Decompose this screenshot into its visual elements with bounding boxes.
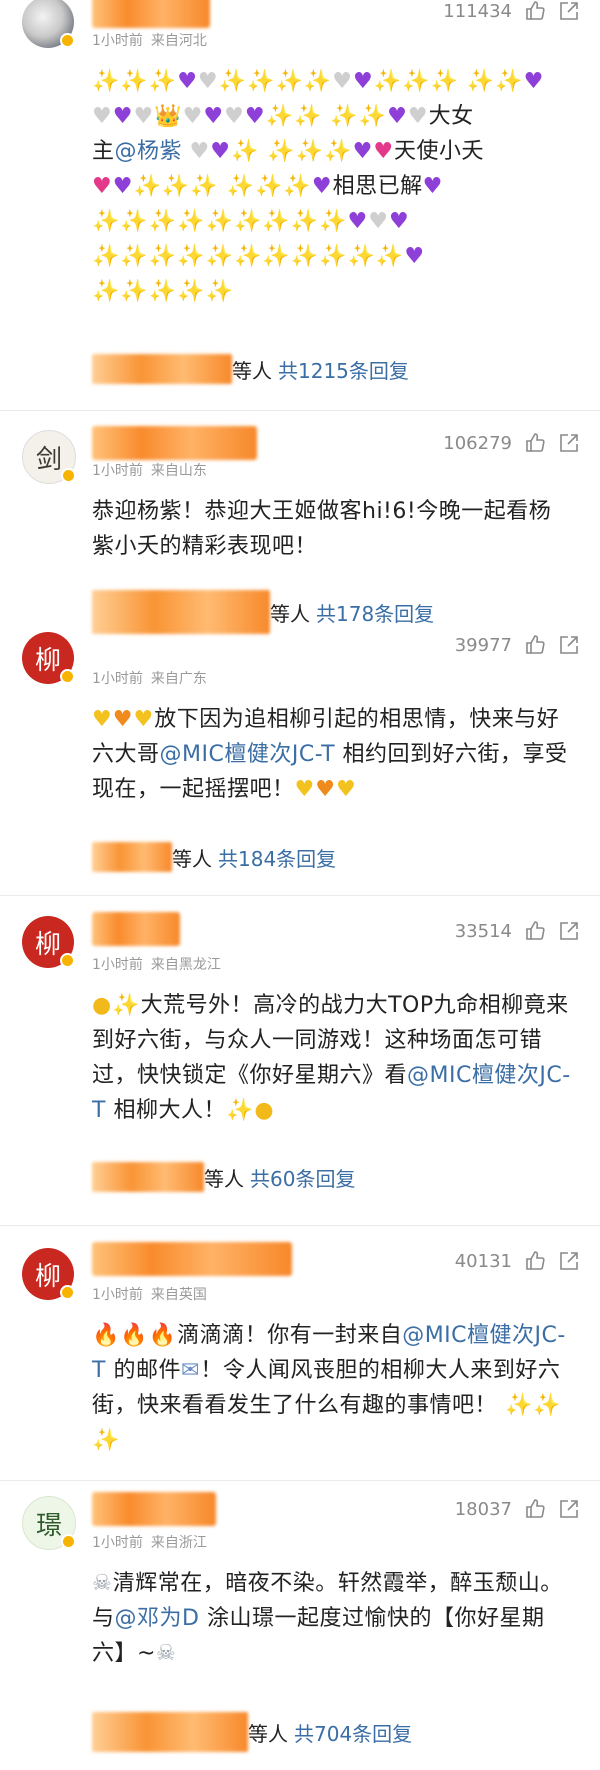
- comment-meta: 1小时前 来自广东: [92, 671, 207, 687]
- reply-count-link[interactable]: 共60条回复: [250, 1163, 355, 1192]
- comment-text: ●✨大荒号外！高冷的战力大TOP九命相柳竟来到好六街，与众人一同游戏！这种场面怎…: [92, 993, 571, 1123]
- username[interactable]: [92, 426, 257, 460]
- verified-badge-icon: [61, 468, 76, 483]
- username[interactable]: [92, 1492, 216, 1526]
- like-count: 33514: [454, 920, 512, 942]
- emoji-decoration: ✨✨✨✨✨✨✨✨✨♥♥♥: [92, 209, 410, 234]
- reply-count-link[interactable]: 共704条回复: [294, 1718, 412, 1747]
- comment-meta: 1小时前 来自黑龙江: [92, 957, 221, 973]
- avatar[interactable]: 柳: [22, 632, 75, 684]
- comment-item: 璟 1小时前 来自浙江 18037 ☠清辉常在，暗夜不染。轩然霞举，醉玉颓山。与@…: [0, 1486, 600, 1770]
- reply-avatars: [92, 354, 232, 384]
- comment-item: 柳 1小时前 来自广东 39977 ♥♥♥放下因为追相柳引起的相思情，快来与好六大…: [0, 632, 600, 892]
- reply-avatars: [92, 590, 270, 634]
- verified-badge-icon: [60, 1285, 75, 1300]
- share-icon[interactable]: [558, 0, 580, 22]
- comment-actions: 18037: [455, 1498, 580, 1520]
- share-icon[interactable]: [558, 432, 580, 454]
- emoji-decoration: ✨✨✨✨✨: [92, 279, 234, 304]
- like-count: 18037: [454, 1498, 512, 1520]
- avatar[interactable]: 柳: [22, 916, 75, 968]
- divider: [0, 1225, 600, 1226]
- thumbs-up-icon[interactable]: [524, 1498, 546, 1520]
- comment-text: 🔥🔥🔥滴滴滴！你有一封来自@MIC檀健次JC-T 的邮件✉！令人闻风丧胆的相柳大…: [92, 1323, 566, 1453]
- comment-actions: 40131: [455, 1250, 580, 1272]
- like-count: 111434: [443, 0, 512, 22]
- mention-link[interactable]: @邓为D: [115, 1606, 200, 1631]
- avatar[interactable]: 柳: [22, 1248, 75, 1300]
- comment-item: 剑 1小时前 来自山东 106279 恭迎杨紫！恭迎大王姬做客hi!6!今晚一起看…: [0, 418, 600, 634]
- thumbs-up-icon[interactable]: [524, 1250, 546, 1272]
- divider: [0, 1480, 600, 1481]
- thumbs-up-icon[interactable]: [524, 0, 546, 22]
- reply-summary[interactable]: 等人 共184条回复: [92, 842, 336, 872]
- comment-item: 1小时前 来自河北 111434 ✨✨✨♥♥✨✨✨✨♥♥✨✨✨ ✨✨♥ ♥♥♥👑♥…: [0, 0, 600, 405]
- comment-item: 柳 1小时前 来自英国 40131 🔥🔥🔥滴滴滴！你有一封来自@MIC檀健次JC-…: [0, 1232, 600, 1472]
- reply-count-link[interactable]: 共184条回复: [218, 843, 336, 872]
- verified-badge-icon: [60, 669, 75, 684]
- thumbs-up-icon[interactable]: [524, 920, 546, 942]
- reply-count-link[interactable]: 共178条回复: [316, 598, 434, 627]
- ghost-icon: ☠: [92, 1571, 113, 1596]
- comment-text: ☠清辉常在，暗夜不染。轩然霞举，醉玉颓山。与@邓为D 涂山璟一起度过愉快的【你好…: [92, 1571, 563, 1666]
- comment-text: ✨✨✨♥♥✨✨✨✨♥♥✨✨✨ ✨✨♥ ♥♥♥👑♥♥♥♥✨✨ ✨✨♥♥大女 主@杨…: [92, 64, 570, 309]
- comment-actions: 111434: [443, 0, 580, 22]
- reply-summary[interactable]: 等人 共178条回复: [92, 590, 434, 634]
- comment-text: 恭迎杨紫！恭迎大王姬做客hi!6!今晚一起看杨紫小夭的精彩表现吧！: [92, 499, 552, 559]
- comment-text: ♥♥♥放下因为追相柳引起的相思情，快来与好六大哥@MIC檀健次JC-T 相约回到…: [92, 707, 568, 802]
- envelope-icon: ✉: [180, 1358, 201, 1383]
- comment-meta: 1小时前 来自英国: [92, 1287, 207, 1303]
- reply-avatars: [92, 842, 172, 872]
- avatar[interactable]: [22, 0, 75, 48]
- avatar[interactable]: 剑: [22, 430, 76, 484]
- mention-link[interactable]: @杨紫: [115, 139, 183, 164]
- reply-summary[interactable]: 等人 共60条回复: [92, 1162, 355, 1192]
- verified-badge-icon: [60, 953, 75, 968]
- comment-item: 柳 1小时前 来自黑龙江 33514 ●✨大荒号外！高冷的战力大TOP九命相柳竟来…: [0, 900, 600, 1220]
- comment-meta: 1小时前 来自山东: [92, 463, 207, 479]
- divider: [0, 895, 600, 896]
- comment-actions: 39977: [455, 634, 580, 656]
- avatar[interactable]: 璟: [22, 1496, 76, 1550]
- reply-summary[interactable]: 等人 共1215条回复: [92, 354, 409, 384]
- share-icon[interactable]: [558, 920, 580, 942]
- reply-avatars: [92, 1712, 248, 1752]
- comment-meta: 1小时前 来自浙江: [92, 1535, 207, 1551]
- verified-badge-icon: [61, 1534, 76, 1549]
- username[interactable]: [92, 1242, 292, 1276]
- like-count: 106279: [443, 432, 512, 454]
- reply-summary[interactable]: 等人 共704条回复: [92, 1712, 412, 1752]
- thumbs-up-icon[interactable]: [524, 432, 546, 454]
- share-icon[interactable]: [558, 1498, 580, 1520]
- share-icon[interactable]: [558, 634, 580, 656]
- emoji-decoration: ✨✨✨✨✨✨✨✨✨✨✨♥: [92, 244, 426, 269]
- reply-avatars: [92, 1162, 204, 1192]
- comment-actions: 33514: [455, 920, 580, 942]
- verified-badge-icon: [60, 33, 75, 48]
- like-count: 40131: [454, 1250, 512, 1272]
- ghost-icon: ☠: [155, 1641, 177, 1666]
- comment-meta: 1小时前 来自河北: [92, 33, 207, 49]
- thumbs-up-icon[interactable]: [524, 634, 546, 656]
- emoji-decoration: ✨✨✨♥♥✨✨✨✨♥♥✨✨✨ ✨✨♥: [92, 69, 545, 94]
- reply-count-link[interactable]: 共1215条回复: [278, 355, 409, 384]
- mention-link[interactable]: @MIC檀健次JC-T: [160, 742, 336, 767]
- like-count: 39977: [454, 634, 512, 656]
- username[interactable]: [92, 0, 210, 28]
- comment-actions: 106279: [443, 432, 580, 454]
- username[interactable]: [92, 912, 180, 946]
- divider: [0, 410, 600, 411]
- share-icon[interactable]: [558, 1250, 580, 1272]
